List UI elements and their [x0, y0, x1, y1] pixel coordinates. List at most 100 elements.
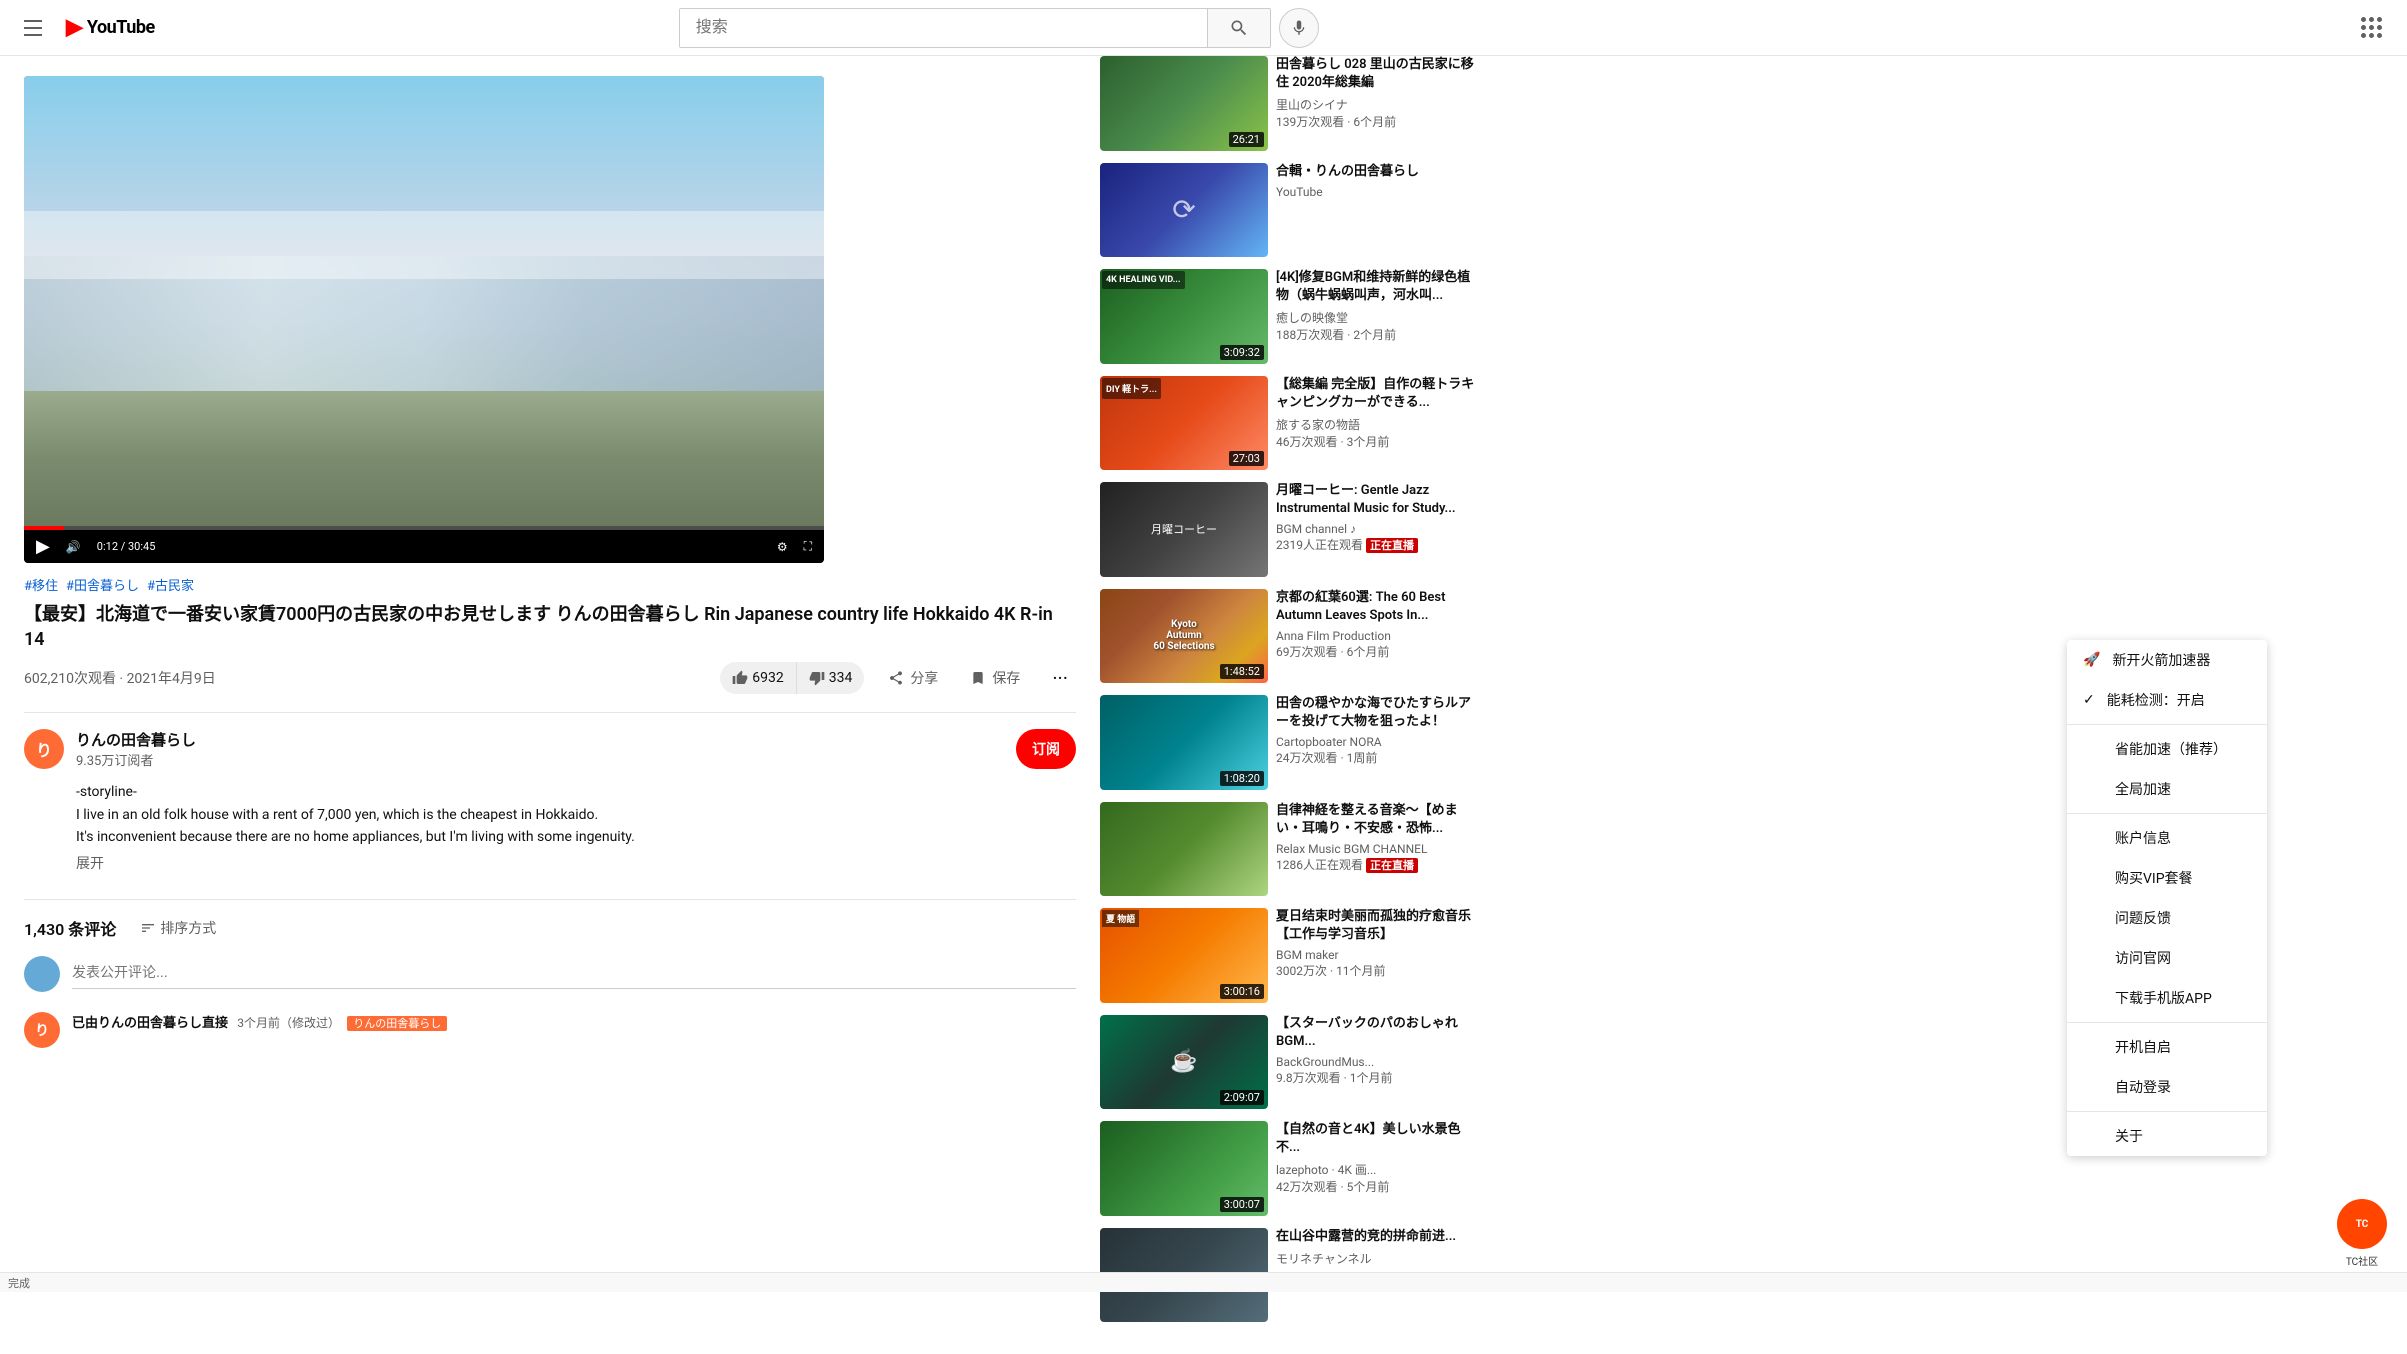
sort-button[interactable]: 排序方式 — [140, 918, 216, 938]
video-player[interactable]: おひさまに照らされて雪と氷が解けてしまい ▶ 🔊 0:12 / 30:45 ⚙ … — [24, 76, 824, 563]
context-menu-item-feedback[interactable]: 问题反馈 — [2067, 898, 2267, 938]
sidebar-thumbnail: 4K HEALING VID... 3:09:32 — [1100, 269, 1268, 364]
search-form — [679, 8, 1319, 48]
context-menu-item-app[interactable]: 下载手机版APP — [2067, 978, 2267, 1018]
tag-item[interactable]: #古民家 — [147, 575, 194, 594]
context-menu-item-vip[interactable]: 购买VIP套餐 — [2067, 858, 2267, 898]
thumbs-down-icon — [809, 670, 825, 686]
subscribe-button[interactable]: 订阅 — [1016, 729, 1076, 769]
context-menu-divider — [2067, 1022, 2267, 1023]
video-views: 602,210次观看 · 2021年4月9日 — [24, 668, 216, 688]
desc-line-3: It's inconvenient because there are no h… — [76, 826, 1076, 848]
context-menu-item-about[interactable]: 关于 — [2067, 1116, 2267, 1156]
sidebar-item[interactable]: 1:08:20 田舎の穏やかな海でひたすらルアーを投げて大物を狙ったよ！ Car… — [1100, 695, 1480, 790]
search-input[interactable] — [679, 8, 1207, 48]
sidebar-meta: 9.8万次观看 · 1个月前 — [1276, 1069, 1480, 1086]
channel-name[interactable]: りんの田舎暮らし — [76, 729, 1004, 750]
sidebar-item-title: 月曜コーヒー: Gentle Jazz Instrumental Music f… — [1276, 482, 1480, 518]
share-label: 分享 — [910, 668, 938, 688]
sidebar-meta: 24万次观看 · 1周前 — [1276, 749, 1480, 766]
share-button[interactable]: 分享 — [880, 660, 946, 696]
more-button[interactable]: ··· — [1044, 662, 1076, 694]
sidebar-item-info: 田舎の穏やかな海でひたすらルアーを投げて大物を狙ったよ！ Cartopboate… — [1276, 695, 1480, 790]
channel-row: り りんの田舎暮らし 9.35万订阅者 订阅 — [24, 712, 1076, 769]
main-content: おひさまに照らされて雪と氷が解けてしまい ▶ 🔊 0:12 / 30:45 ⚙ … — [0, 56, 1100, 1354]
context-menu-item-website[interactable]: 访问官网 — [2067, 938, 2267, 978]
expand-description[interactable]: 展开 — [76, 853, 1076, 875]
app-header: ▶ YouTube — [0, 0, 2407, 56]
mic-icon — [1290, 19, 1308, 37]
video-controls: ▶ 🔊 0:12 / 30:45 ⚙ ⛶ — [24, 530, 824, 563]
comment-input[interactable] — [72, 956, 1076, 989]
user-avatar — [24, 956, 60, 992]
sidebar-thumbnail: 月曜コーヒー — [1100, 482, 1268, 577]
context-menu-divider — [2067, 813, 2267, 814]
sidebar-channel: BGM channel ♪ — [1276, 522, 1480, 536]
sidebar-item-info: 月曜コーヒー: Gentle Jazz Instrumental Music f… — [1276, 482, 1480, 577]
search-button[interactable] — [1207, 8, 1271, 48]
context-menu-item-check[interactable]: ✓ 能耗检测：开启 — [2067, 680, 2267, 720]
play-circle-icon: ⟳ — [1172, 193, 1195, 226]
tag-item[interactable]: #田舎暮らし — [66, 575, 139, 594]
video-meta: 602,210次观看 · 2021年4月9日 6932 334 — [24, 660, 1076, 696]
video-duration: 1:08:20 — [1220, 771, 1264, 786]
sidebar-channel: lazephoto · 4K 画... — [1276, 1161, 1480, 1178]
sort-icon — [140, 920, 156, 936]
hamburger-menu[interactable] — [16, 12, 50, 44]
context-menu-divider — [2067, 724, 2267, 725]
sidebar-thumbnail: 夏 物語 3:00:16 — [1100, 908, 1268, 1003]
sidebar-item[interactable]: 月曜コーヒー 月曜コーヒー: Gentle Jazz Instrumental … — [1100, 482, 1480, 577]
fullscreen-icon[interactable]: ⛶ — [804, 539, 812, 554]
badge-4k: 4K HEALING VID... — [1102, 271, 1185, 289]
context-menu-item-recommend[interactable]: 省能加速（推荐） — [2067, 729, 2267, 769]
youtube-logo-text: YouTube — [87, 17, 155, 38]
context-menu-item-global[interactable]: 全局加速 — [2067, 769, 2267, 809]
apps-button[interactable] — [2351, 8, 2391, 48]
sidebar-thumbnail: 26:21 — [1100, 56, 1268, 151]
tag-item[interactable]: #移住 — [24, 575, 58, 594]
sidebar-item[interactable]: 3:00:07 【自然の音と4K】美しい水景色 不... lazephoto ·… — [1100, 1121, 1480, 1216]
like-count: 6932 — [752, 670, 783, 686]
sidebar-channel: 癒しの映像堂 — [1276, 309, 1480, 326]
sidebar-meta: 139万次观看 · 6个月前 — [1276, 113, 1480, 130]
sidebar-thumbnail: ⟳ — [1100, 163, 1268, 258]
context-menu-item-autologin[interactable]: 自动登录 — [2067, 1067, 2267, 1107]
context-menu-item-launch[interactable]: 🚀 新开火箭加速器 — [2067, 640, 2267, 680]
sidebar-item[interactable]: 4K HEALING VID... 3:09:32 [4K]修复BGM和维持新鲜… — [1100, 269, 1480, 364]
sidebar-item[interactable]: 夏 物語 3:00:16 夏日结束时美丽而孤独的疗愈音乐【工作与学习音乐】 BG… — [1100, 908, 1480, 1003]
sidebar-item-info: 夏日结束时美丽而孤独的疗愈音乐【工作与学习音乐】 BGM maker 3002万… — [1276, 908, 1480, 1003]
sidebar-item[interactable]: KyotoAutumn60 Selections 1:48:52 京都の紅葉60… — [1100, 589, 1480, 684]
sidebar: 26:21 田舎暮らし 028 里山の古民家に移住 2020年総集編 里山のシイ… — [1100, 56, 1500, 1354]
video-duration: 3:09:32 — [1220, 345, 1264, 360]
context-label-recommend: 省能加速（推荐） — [2115, 739, 2227, 759]
sidebar-item[interactable]: 26:21 田舎暮らし 028 里山の古民家に移住 2020年総集編 里山のシイ… — [1100, 56, 1480, 151]
context-label-launch: 新开火箭加速器 — [2112, 650, 2210, 670]
play-icon[interactable]: ▶ — [36, 536, 50, 557]
comment-author[interactable]: 已由りんの田舎暮らし直接 — [72, 1016, 228, 1031]
youtube-logo[interactable]: ▶ YouTube — [66, 15, 155, 40]
save-button[interactable]: 保存 — [962, 660, 1028, 696]
save-label: 保存 — [992, 668, 1020, 688]
context-menu-item-account[interactable]: 账户信息 — [2067, 818, 2267, 858]
dislike-button[interactable]: 334 — [797, 662, 865, 694]
sidebar-item[interactable]: ☕ 2:09:07 【スターバックのパのおしゃれBGM... BackGroun… — [1100, 1015, 1480, 1110]
header-right — [2351, 8, 2391, 48]
tc-watermark: TC TC社区 — [2337, 1199, 2387, 1268]
sidebar-item[interactable]: DIY 軽トラ... 27:03 【総集編 完全版】自作の軽トラキャンピングカー… — [1100, 376, 1480, 471]
sidebar-channel: Relax Music BGM CHANNEL — [1276, 842, 1480, 856]
context-menu-item-autostart[interactable]: 开机自启 — [2067, 1027, 2267, 1067]
volume-icon[interactable]: 🔊 — [66, 540, 81, 554]
subscriber-count: 9.35万订阅者 — [76, 750, 1004, 769]
sidebar-item-info: 自律神経を整える音楽〜【めまい・耳鳴り・不安感・恐怖... Relax Musi… — [1276, 802, 1480, 897]
voice-search-button[interactable] — [1279, 8, 1319, 48]
sidebar-item[interactable]: ⟳ 合輯・りんの田舎暮らし YouTube — [1100, 163, 1480, 258]
settings-icon[interactable]: ⚙ — [777, 540, 788, 554]
sidebar-item[interactable]: 自律神経を整える音楽〜【めまい・耳鳴り・不安感・恐怖... Relax Musi… — [1100, 802, 1480, 897]
check-icon: ✓ — [2083, 692, 2095, 708]
header-center — [679, 8, 1319, 48]
like-button[interactable]: 6932 — [720, 662, 796, 694]
sidebar-item-title: [4K]修复BGM和维持新鲜的绿色植物（蜗牛蜗蜗叫声，河水叫... — [1276, 269, 1480, 305]
sidebar-thumbnail: 3:00:07 — [1100, 1121, 1268, 1216]
comments-header: 1,430 条评论 排序方式 — [24, 916, 1076, 940]
channel-avatar[interactable]: り — [24, 729, 64, 769]
